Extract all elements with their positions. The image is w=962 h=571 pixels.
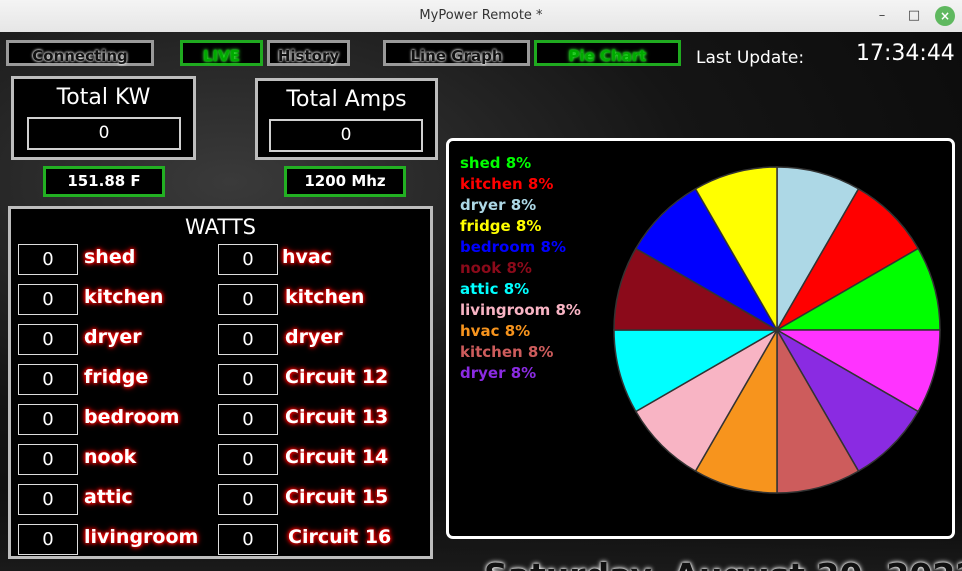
circuit-name-label: dryer bbox=[84, 326, 142, 348]
date-display: Saturday, August 20, 2022 bbox=[484, 556, 962, 571]
pie-chart bbox=[613, 166, 941, 494]
watt-value-field: 0 bbox=[218, 364, 278, 395]
watts-title: WATTS bbox=[185, 215, 256, 239]
minimize-icon[interactable]: – bbox=[872, 6, 892, 26]
last-update-label: Last Update: bbox=[696, 48, 805, 68]
circuit-name-label: Circuit 16 bbox=[288, 526, 392, 548]
circuit-name-label: Circuit 14 bbox=[285, 446, 389, 468]
circuit-name-label: kitchen bbox=[84, 286, 164, 308]
circuit-name-label: dryer bbox=[285, 326, 343, 348]
total-kw-label: Total KW bbox=[56, 85, 151, 110]
live-button[interactable]: LIVE bbox=[180, 40, 263, 66]
circuit-name-label: Circuit 12 bbox=[285, 366, 389, 388]
watt-value-field: 0 bbox=[218, 484, 278, 515]
watt-value-field: 0 bbox=[18, 404, 78, 435]
total-kw-value: 0 bbox=[27, 117, 181, 150]
watt-value-field: 0 bbox=[218, 244, 278, 275]
watt-value-field: 0 bbox=[18, 244, 78, 275]
window-title: MyPower Remote * bbox=[419, 8, 543, 23]
connecting-button[interactable]: Connecting bbox=[6, 40, 154, 66]
watt-value-field: 0 bbox=[18, 484, 78, 515]
watt-value-field: 0 bbox=[218, 444, 278, 475]
maximize-icon[interactable]: □ bbox=[904, 6, 924, 26]
watt-value-field: 0 bbox=[18, 284, 78, 315]
circuit-name-label: hvac bbox=[282, 246, 332, 268]
pie-chart-button[interactable]: Pie Chart bbox=[534, 40, 681, 66]
watt-value-field: 0 bbox=[18, 364, 78, 395]
watt-value-field: 0 bbox=[218, 404, 278, 435]
circuit-name-label: fridge bbox=[84, 366, 149, 388]
circuit-name-label: livingroom bbox=[84, 526, 199, 548]
temperature-readout: 151.88 F bbox=[43, 166, 165, 197]
circuit-name-label: shed bbox=[84, 246, 136, 268]
history-button[interactable]: History bbox=[267, 40, 350, 66]
watt-value-field: 0 bbox=[18, 444, 78, 475]
watt-value-field: 0 bbox=[218, 324, 278, 355]
circuit-name-label: bedroom bbox=[84, 406, 180, 428]
watt-value-field: 0 bbox=[218, 524, 278, 555]
close-icon[interactable]: × bbox=[935, 6, 955, 26]
watt-value-field: 0 bbox=[218, 284, 278, 315]
circuit-name-label: Circuit 13 bbox=[285, 406, 389, 428]
circuit-name-label: nook bbox=[84, 446, 137, 468]
frequency-readout: 1200 Mhz bbox=[284, 166, 406, 197]
app-body: Connecting LIVE History Line Graph Pie C… bbox=[0, 32, 962, 571]
total-amps-value: 0 bbox=[269, 119, 423, 152]
total-amps-panel: Total Amps 0 bbox=[255, 78, 438, 160]
circuit-name-label: Circuit 15 bbox=[285, 486, 389, 508]
pie-chart-panel: shed 8% kitchen 8% dryer 8% fridge 8% bedroo… bbox=[446, 138, 955, 539]
circuit-name-label: attic bbox=[84, 486, 133, 508]
line-graph-button[interactable]: Line Graph bbox=[383, 40, 530, 66]
watt-value-field: 0 bbox=[18, 324, 78, 355]
total-kw-panel: Total KW 0 bbox=[11, 76, 196, 160]
watt-value-field: 0 bbox=[18, 524, 78, 555]
circuit-name-label: kitchen bbox=[285, 286, 365, 308]
clock: 17:34:44 bbox=[856, 41, 955, 66]
window-titlebar: MyPower Remote * – □ × bbox=[0, 0, 962, 33]
watts-panel: WATTS 0 shed 0 kitchen 0 dryer 0 fridge 0 bedroom… bbox=[8, 206, 433, 559]
total-amps-label: Total Amps bbox=[286, 87, 407, 112]
